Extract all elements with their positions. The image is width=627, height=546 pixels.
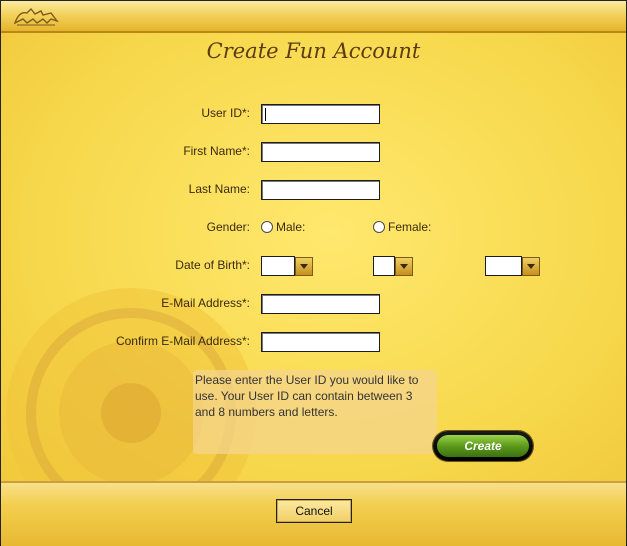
email-input[interactable] <box>261 294 380 314</box>
female-radio[interactable] <box>373 221 385 233</box>
confirm-email-input[interactable] <box>261 332 380 352</box>
user-id-input[interactable] <box>261 104 380 124</box>
date-of-birth-label: Date of Birth*: <box>175 258 250 272</box>
text-caret <box>265 108 266 121</box>
lion-logo-icon <box>13 7 59 26</box>
create-account-window: Create Fun Account User ID*: First Name*… <box>0 0 627 546</box>
birth-month-select[interactable] <box>373 256 413 276</box>
birth-day-select[interactable] <box>261 256 313 276</box>
first-name-label: First Name*: <box>183 144 250 158</box>
chevron-down-icon[interactable] <box>295 257 313 276</box>
birth-day-value <box>261 256 295 276</box>
last-name-input[interactable] <box>261 180 380 200</box>
cancel-button[interactable]: Cancel <box>276 499 352 523</box>
confirm-email-label: Confirm E-Mail Address*: <box>115 334 250 348</box>
create-button[interactable]: Create <box>433 431 533 461</box>
chevron-down-icon[interactable] <box>395 257 413 276</box>
help-text: Please enter the User ID you would like … <box>193 370 437 454</box>
first-name-input[interactable] <box>261 142 380 162</box>
male-radio[interactable] <box>261 221 273 233</box>
create-button-label: Create <box>437 435 529 457</box>
female-radio-label: Female: <box>388 220 432 234</box>
male-radio-label: Male: <box>276 220 306 234</box>
title-bar <box>1 1 626 33</box>
chevron-down-icon[interactable] <box>522 257 540 276</box>
form-area: Create Fun Account User ID*: First Name*… <box>1 33 626 481</box>
page-title: Create Fun Account <box>206 39 421 63</box>
birth-year-value <box>485 256 522 276</box>
birth-year-select[interactable] <box>485 256 540 276</box>
user-id-label: User ID*: <box>201 106 250 120</box>
birth-month-value <box>373 256 395 276</box>
gender-label: Gender: <box>206 220 250 234</box>
last-name-label: Last Name: <box>188 182 250 196</box>
footer-bar: Cancel <box>1 481 626 546</box>
email-label: E-Mail Address*: <box>161 296 250 310</box>
